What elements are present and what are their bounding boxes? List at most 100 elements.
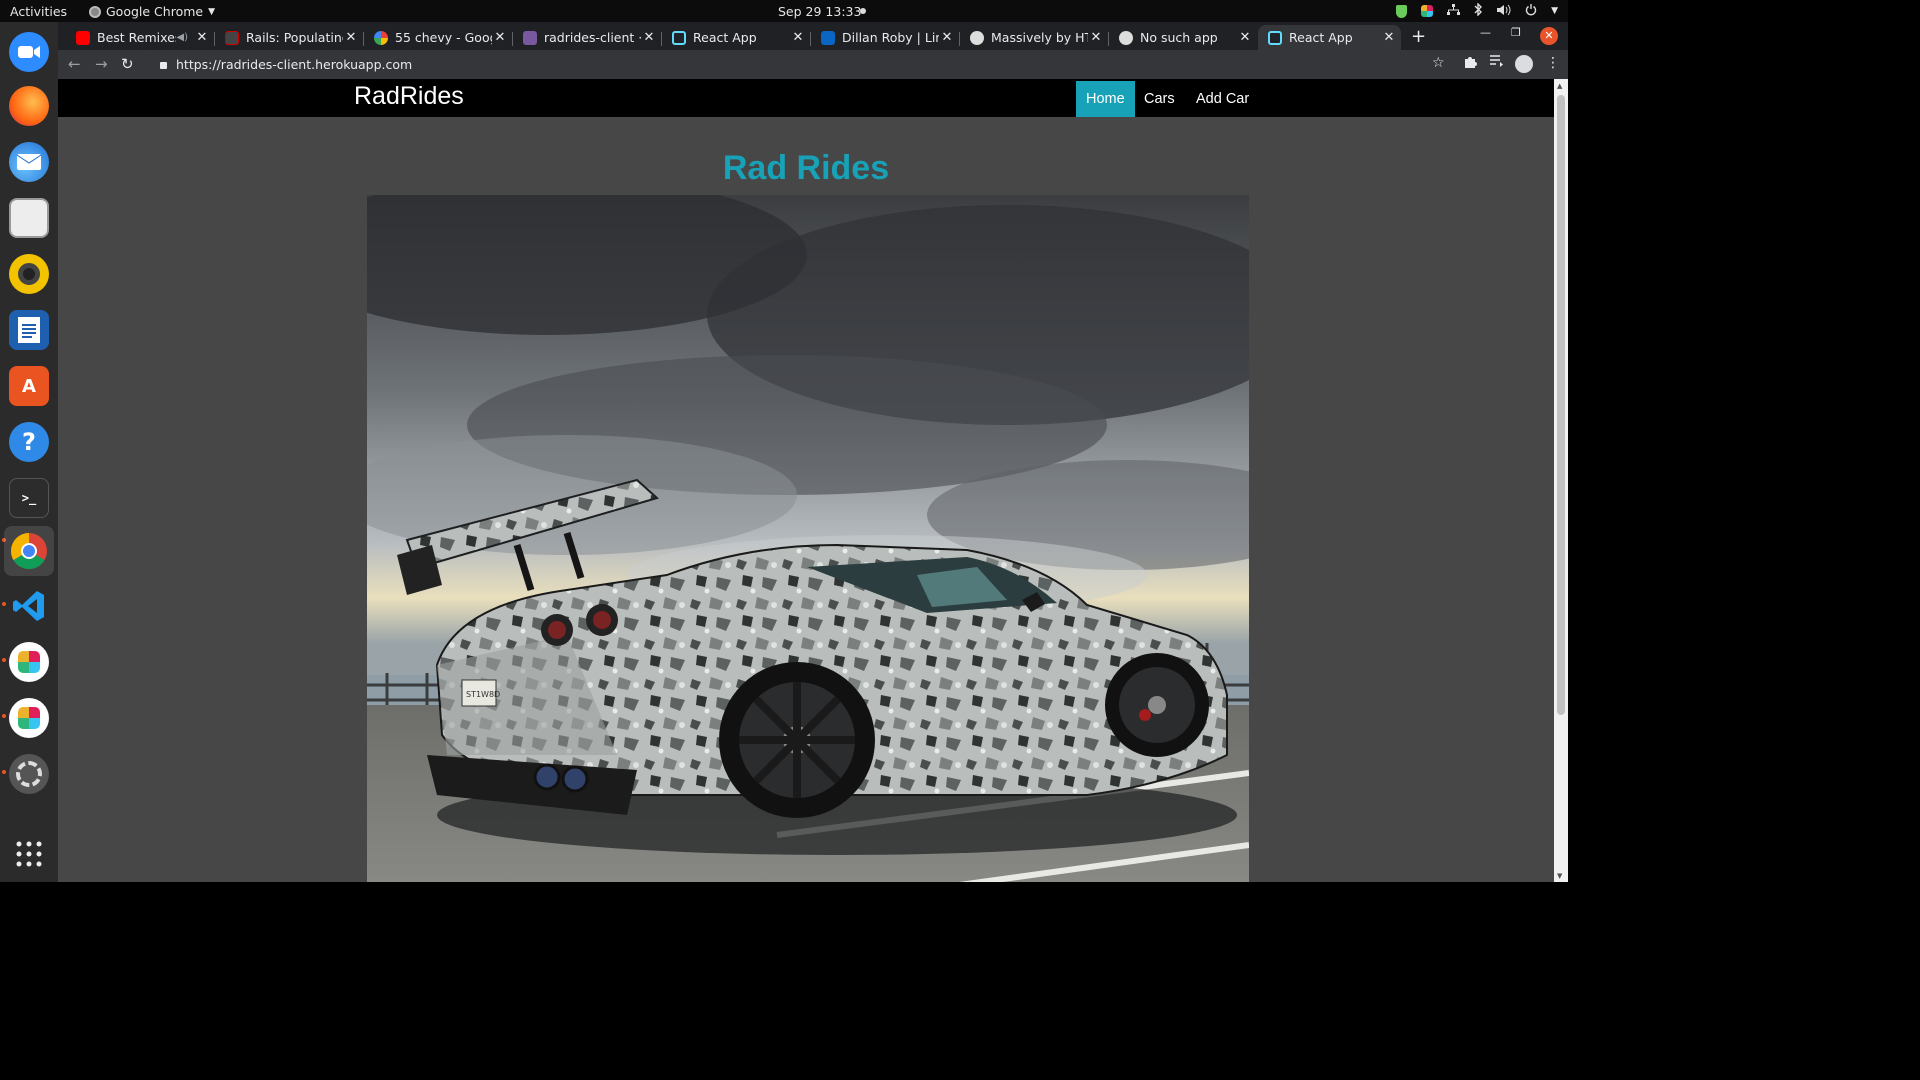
- running-indicator: [2, 658, 6, 662]
- zoom-icon[interactable]: [9, 32, 49, 72]
- scrollbar-thumb[interactable]: [1557, 95, 1565, 715]
- browser-tab[interactable]: React App ✕: [662, 25, 810, 50]
- notification-dot-icon: [860, 8, 866, 14]
- page-heading: Rad Rides: [722, 149, 890, 187]
- browser-tab[interactable]: Dillan Roby | Link ✕: [811, 25, 959, 50]
- vscode-icon[interactable]: [9, 586, 49, 626]
- running-indicator: [2, 602, 6, 606]
- close-tab-icon[interactable]: ✕: [641, 30, 657, 45]
- close-tab-icon[interactable]: ✕: [790, 30, 806, 45]
- tab-title: Dillan Roby | Link: [842, 30, 939, 45]
- globe-favicon-icon: [1119, 30, 1133, 45]
- tab-title: 55 chevy - Google: [395, 30, 492, 45]
- rails-favicon-icon: [225, 30, 239, 45]
- nav-add-car[interactable]: Add Car: [1186, 81, 1259, 117]
- profile-avatar[interactable]: [1515, 55, 1533, 73]
- chrome-icon[interactable]: [4, 526, 54, 576]
- page-viewport: RadRides Home Cars Add Car Rad Rides ST1…: [58, 79, 1554, 882]
- google-favicon-icon: [374, 30, 388, 45]
- nav-cars[interactable]: Cars: [1134, 81, 1185, 117]
- slack-tray-icon[interactable]: [1421, 5, 1434, 17]
- browser-tab[interactable]: Best Remixes ◀) ✕: [66, 25, 214, 50]
- tab-title: Massively by HTM: [991, 30, 1088, 45]
- chrome-app-icon: [89, 5, 101, 18]
- terminal-icon[interactable]: >_: [9, 478, 49, 518]
- close-tab-icon[interactable]: ✕: [1088, 30, 1104, 45]
- browser-tab[interactable]: Massively by HTM ✕: [960, 25, 1108, 50]
- close-window-button[interactable]: ✕: [1540, 27, 1558, 45]
- linkedin-favicon-icon: [821, 30, 835, 45]
- forward-button[interactable]: →: [95, 55, 108, 73]
- close-tab-icon[interactable]: ✕: [939, 30, 955, 45]
- url-text[interactable]: https://radrides-client.herokuapp.com: [176, 57, 412, 72]
- close-tab-icon[interactable]: ✕: [1237, 30, 1253, 45]
- app-center-icon[interactable]: A: [9, 366, 49, 406]
- bluetooth-icon[interactable]: [1474, 2, 1483, 19]
- slack-icon[interactable]: [9, 698, 49, 738]
- youtube-favicon-icon: [76, 30, 90, 45]
- browser-tab[interactable]: radrides-client · S ✕: [513, 25, 661, 50]
- tab-title: Best Remixes: [97, 30, 177, 45]
- kebab-menu-icon[interactable]: ⋮: [1546, 55, 1560, 71]
- shield-icon[interactable]: [1396, 4, 1408, 18]
- browser-tab[interactable]: No such app ✕: [1109, 25, 1257, 50]
- address-bar[interactable]: https://radrides-client.herokuapp.com: [148, 52, 1450, 77]
- system-top-bar: Activities Google Chrome ▼ Sep 29 13:33 …: [0, 0, 1568, 22]
- restore-window-icon[interactable]: ❐: [1511, 26, 1521, 39]
- files-icon[interactable]: [9, 198, 49, 238]
- extensions-puzzle-icon[interactable]: [1464, 55, 1477, 72]
- back-button[interactable]: ←: [68, 55, 81, 73]
- globe-favicon-icon: [970, 30, 984, 45]
- car-photo-icon: ST1W8D: [367, 195, 1249, 882]
- running-indicator: [2, 714, 6, 718]
- browser-tab[interactable]: Rails: Populating ✕: [215, 25, 363, 50]
- rhythmbox-icon[interactable]: [9, 254, 49, 294]
- tab-title: Rails: Populating: [246, 30, 343, 45]
- browser-toolbar: ← → ↻ https://radrides-client.herokuapp.…: [58, 50, 1568, 79]
- dock: A ? >_: [0, 22, 58, 882]
- close-tab-icon[interactable]: ✕: [492, 30, 508, 45]
- heroku-favicon-icon: [523, 30, 537, 45]
- minimize-window-icon[interactable]: —: [1480, 26, 1491, 39]
- lock-icon[interactable]: [160, 62, 167, 69]
- thunderbird-icon[interactable]: [9, 142, 49, 182]
- chevron-down-icon[interactable]: ▼: [1551, 6, 1558, 16]
- site-brand[interactable]: RadRides: [354, 82, 464, 111]
- help-icon[interactable]: ?: [9, 422, 49, 462]
- react-favicon-icon: [1268, 30, 1282, 45]
- tab-title: radrides-client · S: [544, 30, 641, 45]
- reload-button[interactable]: ↻: [121, 55, 134, 73]
- slack-icon[interactable]: [9, 642, 49, 682]
- scroll-down-arrow-icon[interactable]: ▼: [1557, 872, 1562, 880]
- page-scrollbar[interactable]: ▲ ▼: [1554, 79, 1568, 882]
- site-navbar: RadRides Home Cars Add Car: [58, 79, 1554, 117]
- network-icon[interactable]: [1447, 3, 1461, 19]
- speaker-icon[interactable]: ◀): [176, 32, 188, 43]
- firefox-icon[interactable]: [9, 86, 49, 126]
- browser-tab[interactable]: 55 chevy - Google ✕: [364, 25, 512, 50]
- scroll-up-arrow-icon[interactable]: ▲: [1557, 82, 1562, 90]
- volume-icon[interactable]: [1497, 4, 1511, 19]
- close-tab-icon[interactable]: ✕: [343, 30, 359, 45]
- nav-home[interactable]: Home: [1076, 81, 1135, 117]
- running-indicator: [2, 770, 6, 774]
- activities-button[interactable]: Activities: [10, 4, 67, 19]
- chevron-down-icon: ▼: [208, 6, 216, 17]
- license-plate-text: ST1W8D: [466, 690, 500, 699]
- browser-tab-active[interactable]: React App ✕: [1258, 25, 1401, 50]
- app-menu-label: Google Chrome: [106, 4, 204, 19]
- tab-title: React App: [1289, 30, 1353, 45]
- tab-title: React App: [693, 30, 757, 45]
- writer-icon[interactable]: [9, 310, 49, 350]
- show-apps-icon[interactable]: [9, 834, 49, 874]
- settings-icon[interactable]: [9, 754, 49, 794]
- bookmark-star-icon[interactable]: ☆: [1432, 55, 1445, 71]
- app-menu[interactable]: Google Chrome ▼: [89, 4, 215, 19]
- new-tab-button[interactable]: +: [1411, 26, 1426, 47]
- close-tab-icon[interactable]: ✕: [194, 30, 210, 45]
- media-queue-icon[interactable]: [1490, 55, 1504, 71]
- close-tab-icon[interactable]: ✕: [1381, 30, 1397, 45]
- system-tray[interactable]: ▼: [1396, 2, 1558, 19]
- clock[interactable]: Sep 29 13:33: [778, 4, 861, 19]
- power-icon[interactable]: [1525, 3, 1537, 19]
